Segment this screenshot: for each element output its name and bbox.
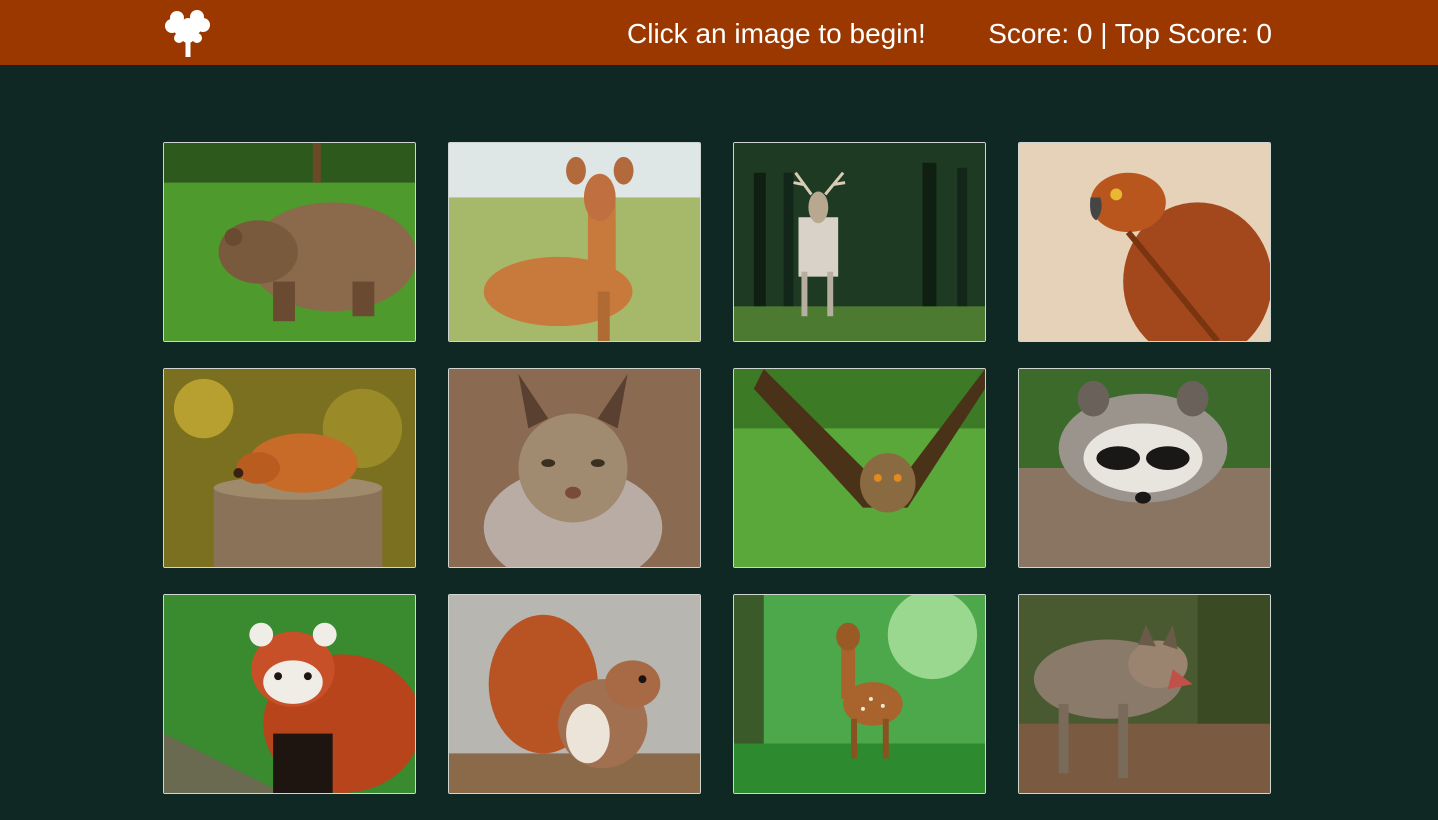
game-message: Click an image to begin!	[627, 18, 926, 49]
image-card-red-panda[interactable]: red-panda	[163, 594, 416, 794]
image-card-eagle[interactable]: eagle	[1018, 142, 1271, 342]
image-card-owl[interactable]: owl	[733, 368, 986, 568]
image-card-deer[interactable]: deer	[448, 142, 701, 342]
image-card-wolf[interactable]: wolf	[1018, 594, 1271, 794]
lynx-image	[449, 369, 700, 567]
raccoon-image	[1019, 369, 1270, 567]
image-card-fawn[interactable]: fawn	[733, 594, 986, 794]
score-display: Score: 0 | Top Score: 0	[988, 18, 1272, 49]
fawn-image	[734, 595, 985, 793]
fox-image	[164, 369, 415, 567]
red-panda-image	[164, 595, 415, 793]
image-grid: bear deer stag	[163, 142, 1273, 796]
image-card-bear[interactable]: bear	[163, 142, 416, 342]
eagle-image	[1019, 143, 1270, 341]
owl-image	[734, 369, 985, 567]
image-card-lynx[interactable]: lynx	[448, 368, 701, 568]
bear-image	[164, 143, 415, 341]
navbar: Click an image to begin! Score: 0 | Top …	[0, 0, 1438, 65]
image-card-squirrel[interactable]: squirrel	[448, 594, 701, 794]
image-card-stag[interactable]: stag	[733, 142, 986, 342]
stag-image	[734, 143, 985, 341]
tree-icon[interactable]	[163, 6, 213, 58]
image-card-raccoon[interactable]: raccoon	[1018, 368, 1271, 568]
squirrel-image	[449, 595, 700, 793]
image-card-fox[interactable]: fox	[163, 368, 416, 568]
wolf-image	[1019, 595, 1270, 793]
deer-image	[449, 143, 700, 341]
